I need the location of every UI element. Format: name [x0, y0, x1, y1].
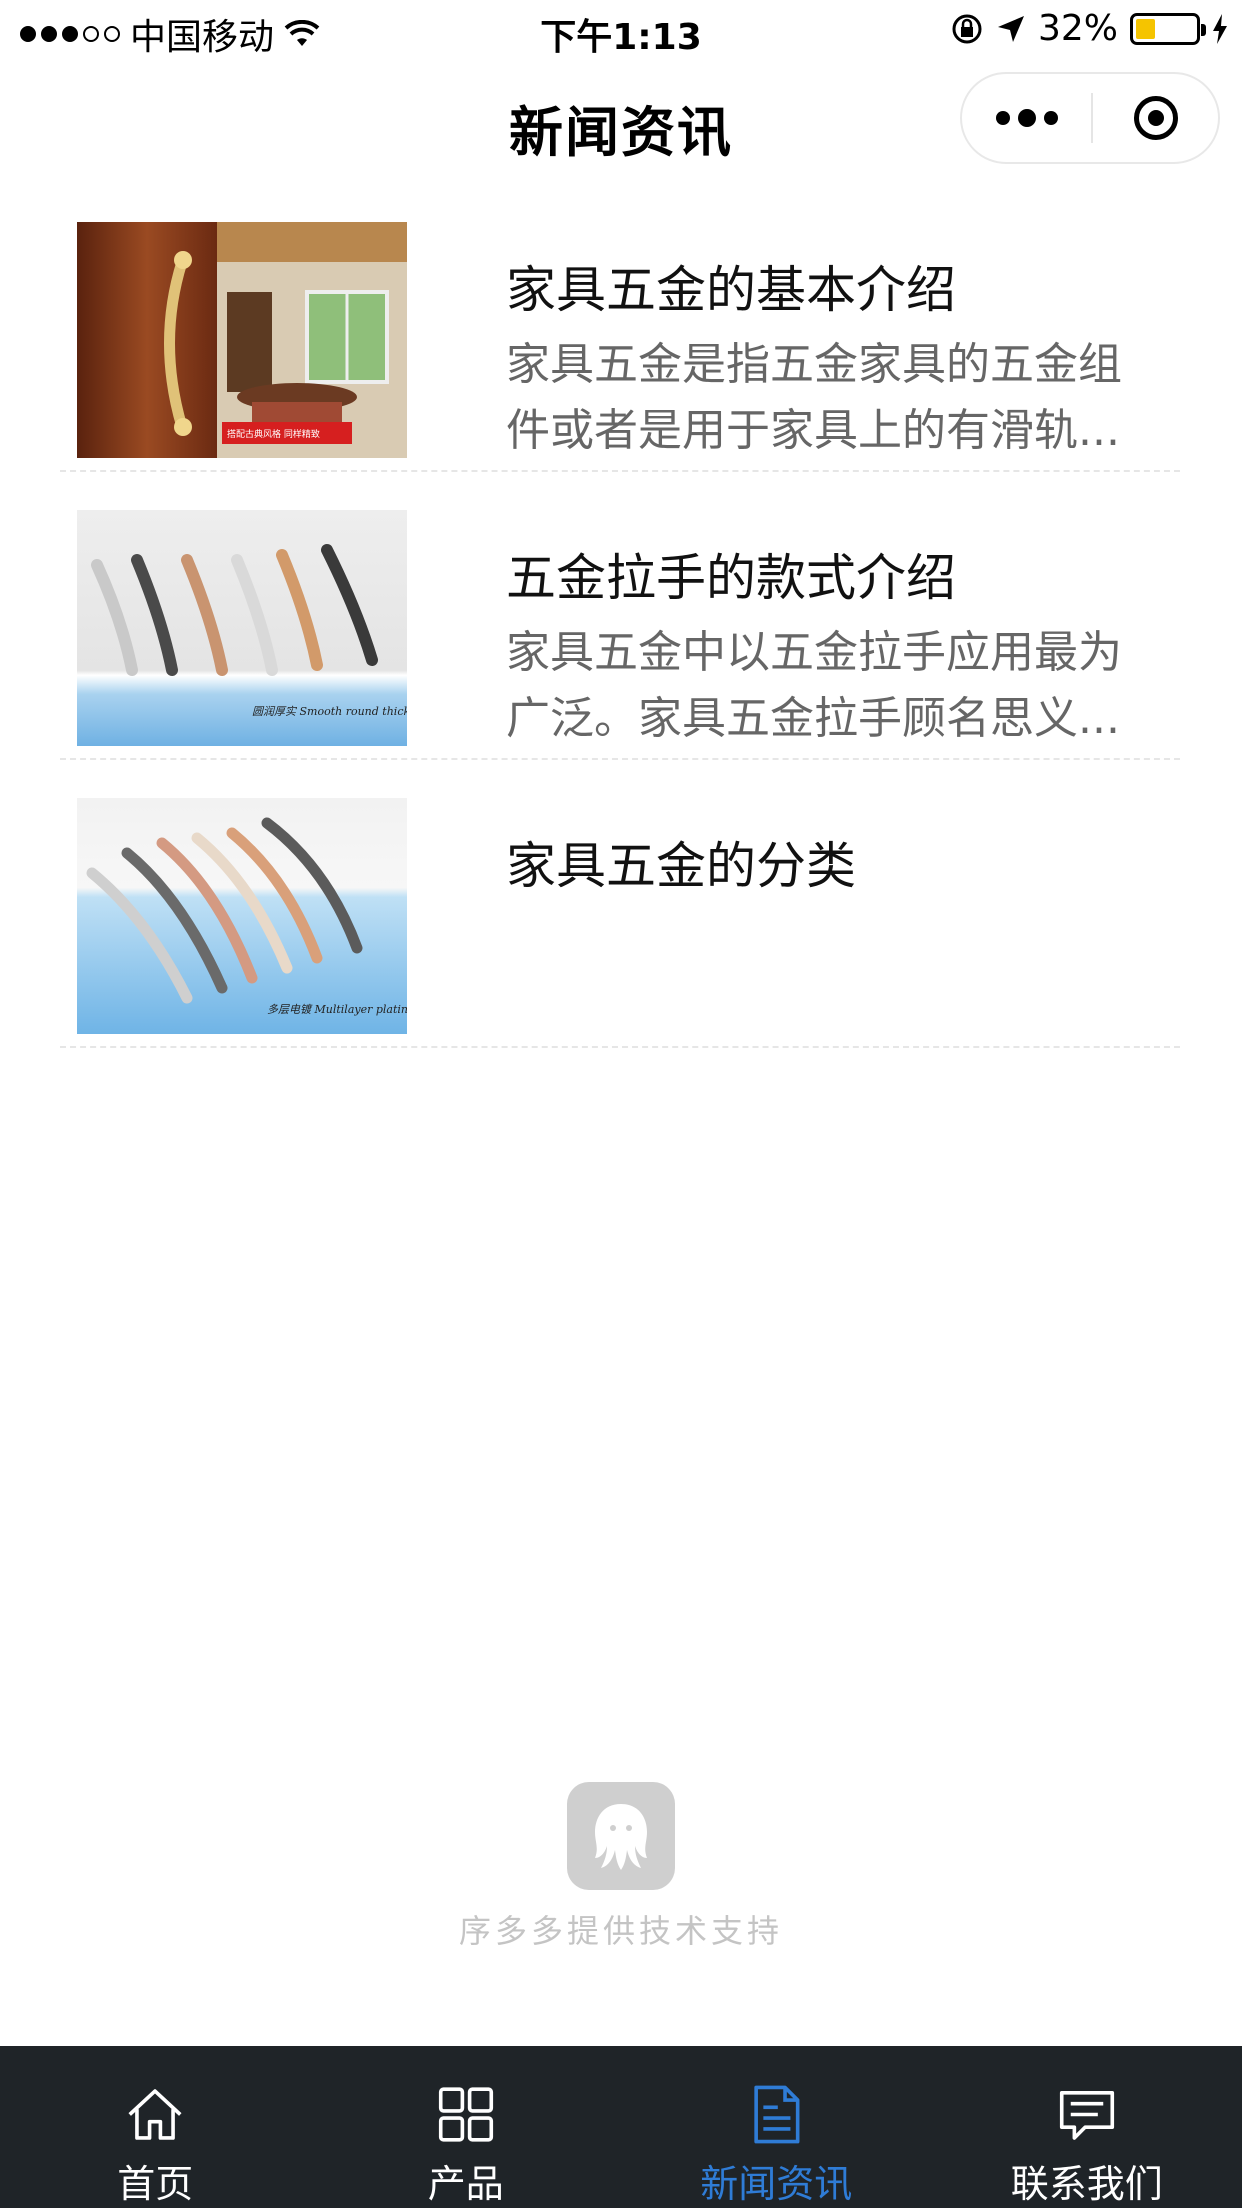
grid-icon: [438, 2087, 493, 2142]
location-arrow-icon: [997, 15, 1024, 42]
status-right: 32%: [950, 8, 1228, 49]
news-title: 家具五金的基本介绍: [506, 261, 956, 319]
chat-icon: [1059, 2091, 1114, 2140]
charging-bolt-icon: [1213, 13, 1227, 44]
mini-program-capsule: [960, 72, 1220, 164]
support-footer: 序多多提供技术支持: [0, 1782, 1242, 1952]
news-thumbnail: 圆润厚实 Smooth round thick: [77, 510, 407, 746]
status-bar: 中国移动 下午1:13 32%: [0, 0, 1242, 60]
news-item[interactable]: 多层电镀 Multilayer plating 家具五金的分类: [60, 778, 1180, 1048]
news-title: 家具五金的分类: [506, 837, 856, 895]
home-icon: [128, 2089, 182, 2140]
news-description: 家具五金中以五金拉手应用最为广泛。家具五金拉手顾名思义...: [506, 627, 1122, 744]
target-icon: [1133, 96, 1178, 140]
octopus-logo-icon: [567, 1782, 675, 1890]
news-thumbnail: 搭配古典风格 同样精致: [77, 222, 407, 458]
tab-label: 产品: [427, 2162, 504, 2206]
tab-label: 首页: [117, 2162, 194, 2206]
tab-bar: 首页 产品 新闻资讯 联系我们: [0, 2046, 1242, 2208]
battery-percent: 32%: [1037, 8, 1118, 49]
tab-label: 新闻资讯: [700, 2162, 853, 2206]
tab-label: 联系我们: [1010, 2162, 1163, 2206]
tab-news[interactable]: 新闻资讯: [621, 2046, 932, 2208]
news-item[interactable]: 圆润厚实 Smooth round thick 五金拉手的款式介绍 家具五金中以…: [60, 490, 1180, 760]
news-list: 搭配古典风格 同样精致 家具五金的基本介绍 家具五金是指五金家具的五金组件或者是…: [60, 202, 1180, 1048]
orientation-lock-icon: [952, 14, 982, 43]
document-icon: [754, 2085, 800, 2144]
news-thumbnail: 多层电镀 Multilayer plating: [77, 798, 407, 1034]
more-dots-icon[interactable]: [962, 74, 1091, 162]
support-text: 序多多提供技术支持: [458, 1912, 783, 1950]
thumbnail-caption: 多层电镀 Multilayer plating: [267, 1003, 407, 1016]
thumbnail-caption: 搭配古典风格 同样精致: [227, 428, 320, 440]
tab-products[interactable]: 产品: [311, 2046, 622, 2208]
tab-contact[interactable]: 联系我们: [932, 2046, 1242, 2208]
close-button[interactable]: [1093, 96, 1218, 140]
nav-bar: 新闻资讯: [0, 60, 1242, 188]
thumbnail-caption: 圆润厚实 Smooth round thick: [252, 705, 407, 718]
news-description: 家具五金是指五金家具的五金组件或者是用于家具上的有滑轨...: [506, 339, 1122, 456]
battery-icon: [1130, 12, 1206, 45]
tab-home[interactable]: 首页: [0, 2046, 311, 2208]
news-title: 五金拉手的款式介绍: [506, 549, 956, 607]
news-item[interactable]: 搭配古典风格 同样精致 家具五金的基本介绍 家具五金是指五金家具的五金组件或者是…: [60, 202, 1180, 472]
